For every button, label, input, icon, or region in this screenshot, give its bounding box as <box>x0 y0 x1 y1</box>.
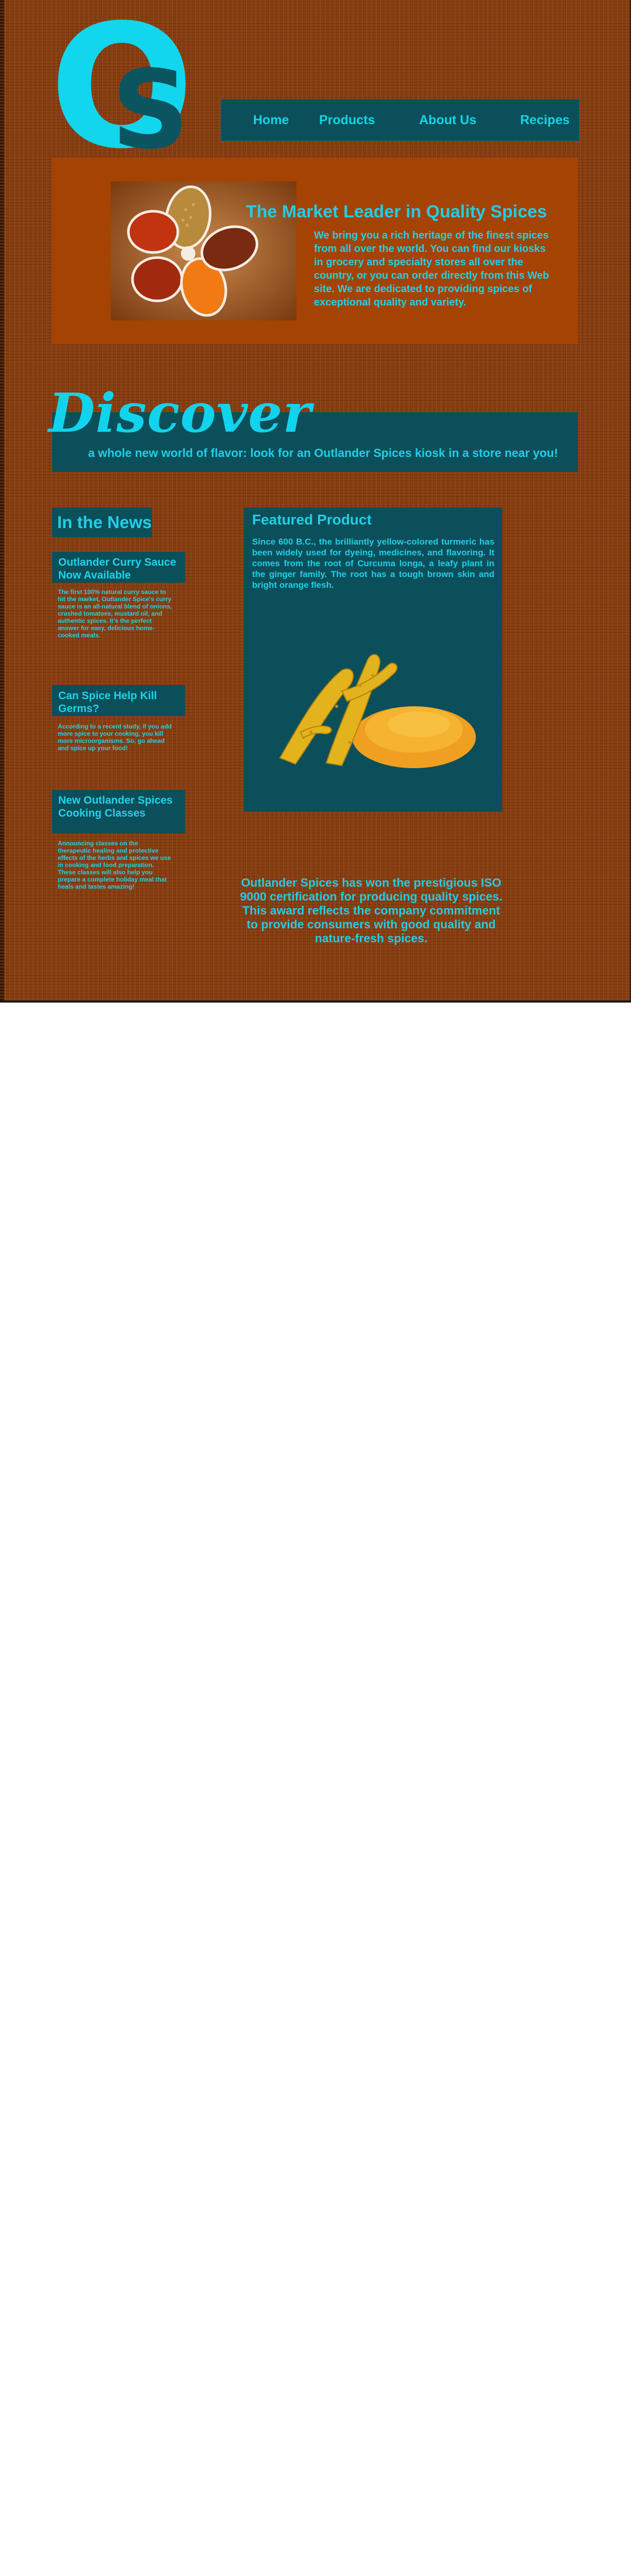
discover-heading: Discover <box>48 381 312 445</box>
hero-section: The Market Leader in Quality Spices We b… <box>52 158 578 344</box>
featured-description: Since 600 B.C., the brilliantly yellow-c… <box>252 537 494 590</box>
news-item-title[interactable]: Outlander Curry Sauce Now Available <box>58 556 181 582</box>
news-item-body: Announcing classes on the therapeutic he… <box>58 840 171 890</box>
featured-title: Featured Product <box>252 512 372 528</box>
news-heading-box: In the News <box>52 507 152 537</box>
news-item-title[interactable]: New Outlander Spices Cooking Classes <box>58 794 181 820</box>
featured-product-panel: Featured Product Since 600 B.C., the bri… <box>244 507 502 811</box>
news-item-curry-sauce[interactable]: Outlander Curry Sauce Now Available <box>52 552 185 583</box>
nav-recipes[interactable]: Recipes <box>520 113 570 128</box>
news-item-title[interactable]: Can Spice Help Kill Germs? <box>58 689 181 715</box>
site-logo[interactable]: O S <box>49 2 194 172</box>
hero-title: The Market Leader in Quality Spices <box>246 202 547 222</box>
left-border-strip <box>0 0 4 1001</box>
page-background: O S Home Products About Us Recipes The M… <box>0 0 631 1003</box>
nav-home[interactable]: Home <box>253 113 289 128</box>
main-nav: Home Products About Us Recipes <box>221 99 579 141</box>
hero-description: We bring you a rich heritage of the fine… <box>314 230 550 308</box>
award-announcement: Outlander Spices has won the prestigious… <box>240 876 503 945</box>
logo-letter-s: S <box>111 47 190 173</box>
news-heading: In the News <box>57 513 152 532</box>
discover-tagline: a whole new world of flavor: look for an… <box>88 446 558 460</box>
nav-about-us[interactable]: About Us <box>419 113 476 128</box>
news-item-body: The first 100% natural curry sauce to hi… <box>58 588 172 639</box>
news-item-cooking-classes[interactable]: New Outlander Spices Cooking Classes <box>52 790 185 833</box>
news-item-spice-germs[interactable]: Can Spice Help Kill Germs? <box>52 685 185 716</box>
nav-products[interactable]: Products <box>319 113 375 128</box>
news-item-body: According to a recent study, if you add … <box>58 723 172 752</box>
turmeric-image <box>264 629 481 784</box>
